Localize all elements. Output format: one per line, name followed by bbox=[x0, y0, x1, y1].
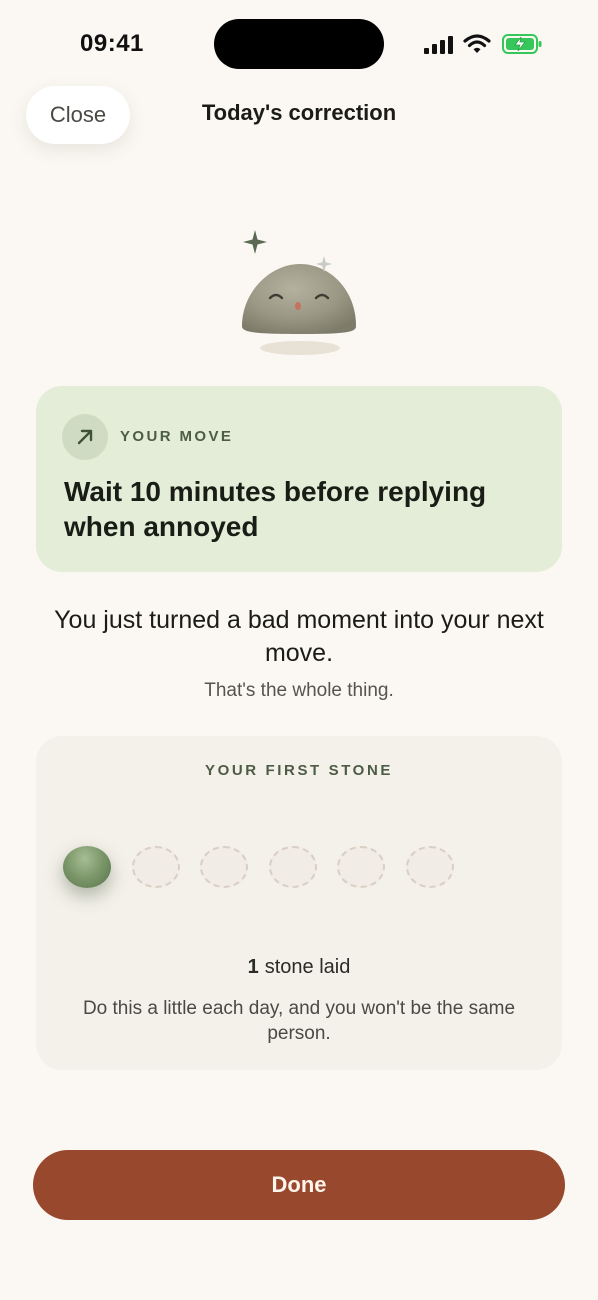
stone-note: Do this a little each day, and you won't… bbox=[82, 998, 516, 1044]
done-button[interactable]: Done bbox=[33, 1150, 565, 1220]
dynamic-island bbox=[214, 19, 384, 69]
status-time: 09:41 bbox=[80, 30, 144, 57]
wifi-icon bbox=[463, 34, 491, 53]
stone-kicker: YOUR FIRST STONE bbox=[204, 762, 393, 779]
stone-count-number: 1 bbox=[247, 956, 259, 978]
stone-empty bbox=[337, 846, 385, 888]
stone-empty bbox=[200, 846, 248, 888]
stone-empty bbox=[405, 846, 454, 888]
smiling-stone-icon bbox=[242, 230, 356, 355]
sparkle-icon bbox=[243, 230, 267, 254]
stone-count-label: stone laid bbox=[264, 956, 351, 978]
stone-empty bbox=[268, 846, 317, 888]
move-card: YOUR MOVE Wait 10 minutes before replyin… bbox=[36, 386, 562, 572]
message-headline: You just turned a bad moment into your n… bbox=[54, 606, 544, 667]
move-kicker: YOUR MOVE bbox=[120, 428, 234, 445]
stone-count: 1 stone laid bbox=[36, 956, 562, 979]
battery-charging-icon bbox=[502, 34, 542, 54]
stone-filled bbox=[63, 846, 111, 888]
message-subline: That's the whole thing. bbox=[204, 680, 394, 701]
stone-empty bbox=[131, 846, 180, 888]
correction-screen: 09:41 Close Today's correction YOUR MOVE… bbox=[0, 0, 598, 1300]
stone-row bbox=[36, 834, 562, 904]
status-bar: 09:41 bbox=[0, 0, 598, 88]
move-text: Wait 10 minutes before replying when ann… bbox=[64, 476, 487, 542]
signal-icon bbox=[424, 36, 453, 54]
stone-progress-card: YOUR FIRST STONE 1 stone laid Do this a l… bbox=[36, 736, 562, 1070]
move-icon-badge bbox=[62, 414, 108, 460]
arrow-up-right-icon bbox=[77, 429, 93, 445]
page-title: Today's correction bbox=[201, 100, 397, 125]
